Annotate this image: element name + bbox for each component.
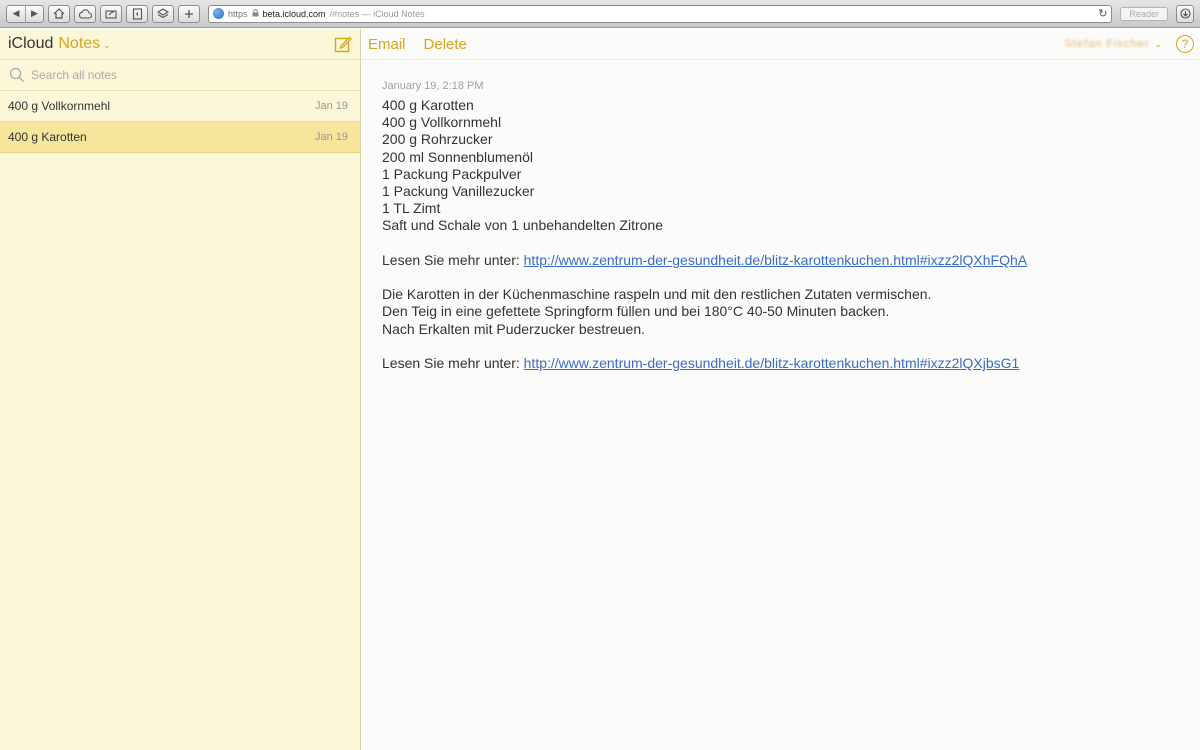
back-arrow-icon[interactable]: ◀ bbox=[7, 6, 25, 22]
search-input[interactable] bbox=[31, 68, 331, 82]
email-button[interactable]: Email bbox=[368, 36, 406, 53]
icloud-icon[interactable] bbox=[74, 4, 96, 23]
source-link-1[interactable]: http://www.zentrum-der-gesundheit.de/bli… bbox=[524, 252, 1027, 268]
reload-icon[interactable]: ↻ bbox=[1098, 7, 1107, 20]
reader-button[interactable]: Reader bbox=[1120, 6, 1168, 21]
note-toolbar: Email Delete Stefan Fischer ⌄ ? bbox=[362, 29, 1200, 60]
note-timestamp: January 19, 2:18 PM bbox=[382, 80, 484, 92]
search-row bbox=[0, 60, 360, 91]
https-label: https bbox=[228, 8, 248, 19]
browser-toolbar: ◀ ▶ https beta.icloud.com/#notes — iClou… bbox=[0, 0, 1200, 28]
url-domain: beta.icloud.com bbox=[262, 8, 326, 19]
ingredient-line: 400 g Karotten bbox=[382, 97, 474, 113]
folder-selector[interactable]: Notes bbox=[58, 35, 100, 53]
ingredient-line: 1 Packung Packpulver bbox=[382, 165, 522, 182]
instruction-line: Nach Erkalten mit Puderzucker bestreuen. bbox=[382, 320, 646, 337]
ingredient-line: 1 TL Zimt bbox=[382, 200, 441, 217]
ingredient-line: 400 g Vollkornmehl bbox=[382, 114, 502, 131]
layers-icon[interactable] bbox=[152, 4, 174, 23]
share-icon[interactable] bbox=[100, 4, 122, 23]
instruction-line: Die Karotten in der Küchenmaschine raspe… bbox=[382, 286, 932, 303]
chevron-down-icon[interactable]: ⌄ bbox=[1154, 39, 1162, 50]
forward-arrow-icon[interactable]: ▶ bbox=[25, 5, 43, 22]
new-tab-icon[interactable] bbox=[178, 4, 200, 23]
search-icon bbox=[9, 67, 25, 83]
note-item-title: 400 g Vollkornmehl bbox=[8, 99, 111, 113]
bookmark-icon[interactable] bbox=[126, 4, 148, 23]
read-more-prefix: Lesen Sie mehr unter: bbox=[382, 355, 524, 371]
read-more-line: Lesen Sie mehr unter: http://www.zentrum… bbox=[382, 355, 1200, 372]
note-content[interactable]: January 19, 2:18 PM 400 g Karotten 400 g… bbox=[362, 60, 1200, 372]
chevron-down-icon[interactable]: ⌄ bbox=[103, 40, 111, 51]
brand-title: iCloud bbox=[8, 35, 54, 52]
source-link-2[interactable]: http://www.zentrum-der-gesundheit.de/bli… bbox=[524, 355, 1020, 371]
url-path: /#notes — iCloud Notes bbox=[329, 8, 425, 19]
delete-button[interactable]: Delete bbox=[424, 36, 467, 53]
downloads-icon[interactable] bbox=[1176, 4, 1194, 23]
note-list-item-selected[interactable]: 400 g Karotten Jan 19 bbox=[0, 122, 360, 153]
account-menu[interactable]: Stefan Fischer bbox=[1065, 38, 1150, 50]
globe-icon bbox=[213, 8, 224, 19]
note-item-date: Jan 19 bbox=[314, 131, 348, 143]
note-list-item[interactable]: 400 g Vollkornmehl Jan 19 bbox=[0, 91, 360, 122]
home-icon[interactable] bbox=[48, 4, 70, 23]
note-item-date: Jan 19 bbox=[314, 100, 348, 112]
sidebar-header: iCloud Notes ⌄ bbox=[0, 29, 360, 60]
read-more-prefix: Lesen Sie mehr unter: bbox=[382, 251, 524, 268]
note-item-title: 400 g Karotten bbox=[8, 130, 87, 144]
notes-sidebar: iCloud Notes ⌄ 400 g Vollkornmehl Jan 19… bbox=[0, 29, 361, 750]
read-more-line: Lesen Sie mehr unter: http://www.zentrum… bbox=[382, 252, 1200, 269]
ingredient-line: 200 ml Sonnenblumenöl bbox=[382, 148, 533, 165]
ingredient-line: 1 Packung Vanillezucker bbox=[382, 183, 535, 200]
ingredient-line: Saft und Schale von 1 unbehandelten Zitr… bbox=[382, 217, 663, 234]
lock-icon bbox=[252, 8, 259, 19]
instruction-line: Den Teig in eine gefettete Springform fü… bbox=[382, 303, 890, 320]
compose-icon[interactable] bbox=[334, 35, 352, 53]
address-bar[interactable]: https beta.icloud.com/#notes — iCloud No… bbox=[208, 4, 1113, 23]
ingredient-line: 200 g Rohrzucker bbox=[382, 131, 493, 148]
help-icon[interactable]: ? bbox=[1176, 35, 1194, 53]
back-forward-group: ◀ ▶ bbox=[6, 4, 44, 23]
note-editor: Email Delete Stefan Fischer ⌄ ? January … bbox=[362, 29, 1200, 750]
